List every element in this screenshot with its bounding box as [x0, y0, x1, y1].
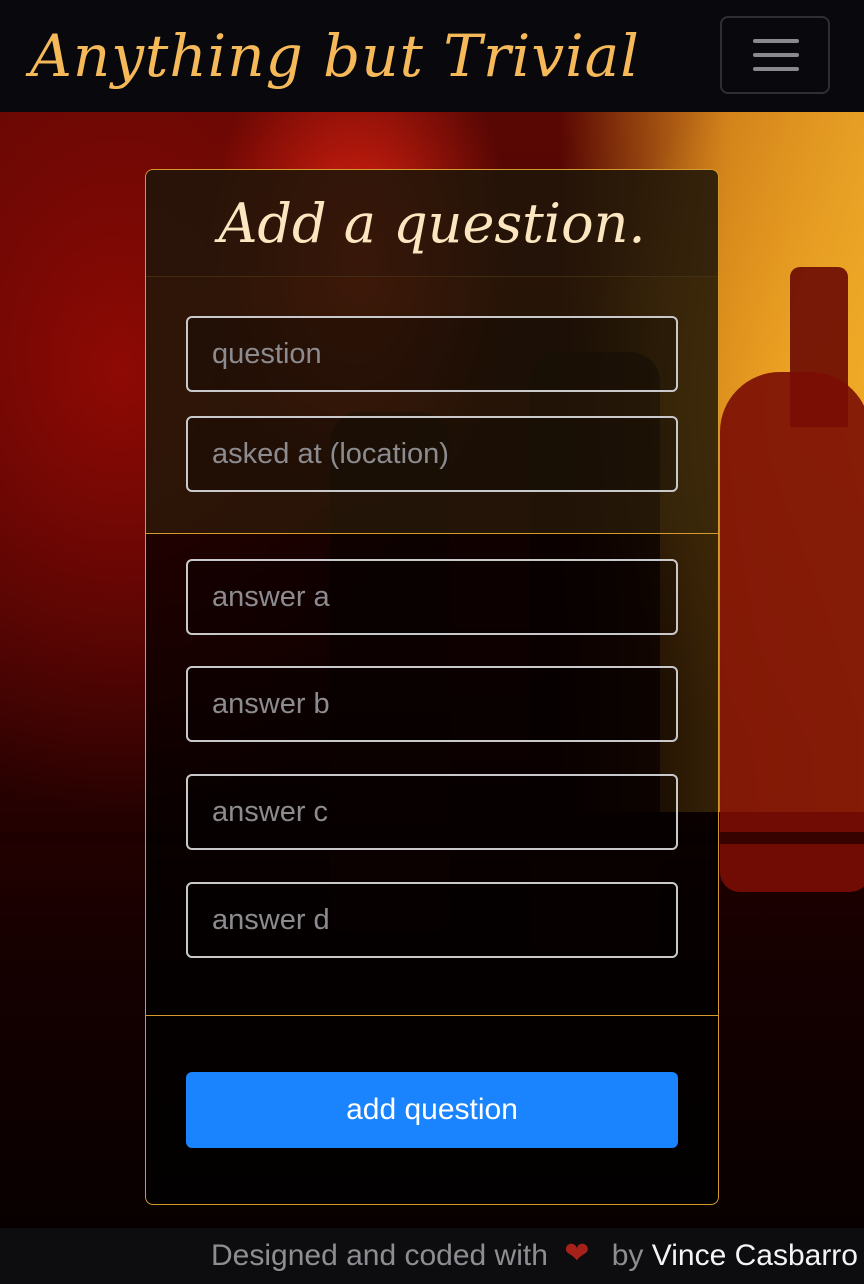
card-title: Add a question. — [218, 192, 646, 255]
brand-logo-link[interactable]: Anything but Trivial — [30, 22, 640, 90]
card-header: Add a question. — [146, 170, 718, 277]
question-section — [146, 276, 718, 534]
author-link[interactable]: Vince Casbarro — [652, 1239, 858, 1272]
hamburger-bar — [753, 39, 799, 43]
section-divider — [146, 533, 718, 534]
question-input[interactable] — [186, 316, 678, 392]
hamburger-bar — [753, 53, 799, 57]
section-divider — [146, 1015, 718, 1016]
footer-by-text: by — [611, 1239, 644, 1272]
background-bottle — [720, 372, 864, 892]
footer-credit: Designed and coded with ❤ by Vince Casba… — [211, 1237, 858, 1273]
navbar: Anything but Trivial — [0, 0, 864, 112]
add-question-card: Add a question. add question — [145, 169, 719, 1205]
navbar-toggle-button[interactable] — [720, 16, 830, 94]
answer-a-input[interactable] — [186, 559, 678, 635]
footer-text: Designed and coded with — [211, 1239, 548, 1272]
answer-c-input[interactable] — [186, 774, 678, 850]
page: Anything but Trivial Add a question. add… — [0, 0, 864, 1284]
hamburger-bar — [753, 67, 799, 71]
footer: Designed and coded with ❤ by Vince Casba… — [0, 1228, 864, 1284]
answer-b-input[interactable] — [186, 666, 678, 742]
heart-icon: ❤ — [564, 1237, 590, 1270]
answer-d-input[interactable] — [186, 882, 678, 958]
location-input[interactable] — [186, 416, 678, 492]
add-question-button[interactable]: add question — [186, 1072, 678, 1148]
